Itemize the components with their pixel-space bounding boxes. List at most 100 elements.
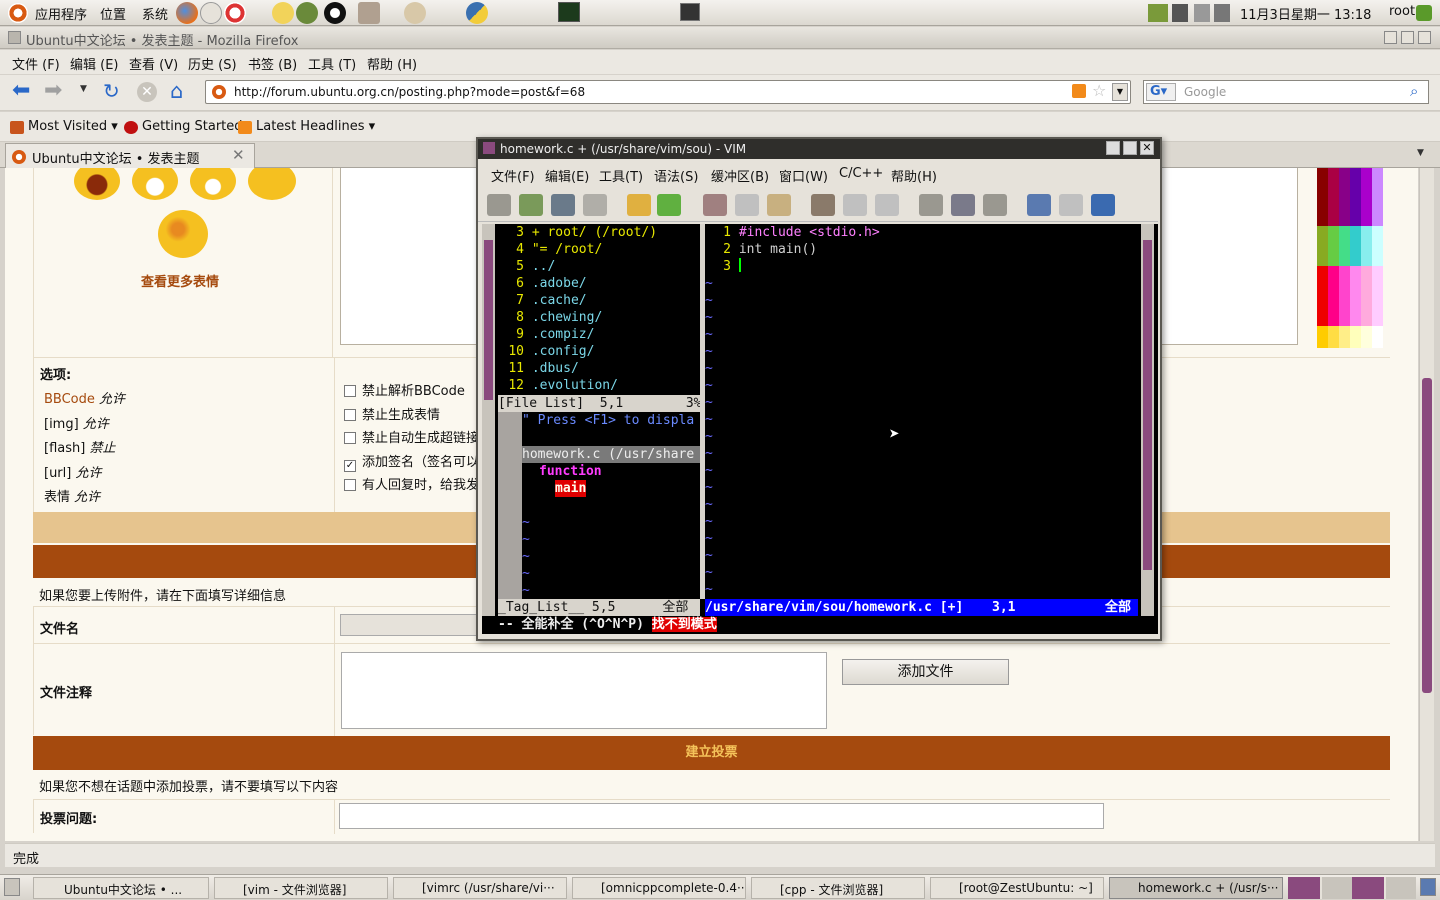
stop-icon[interactable]: ✕ — [137, 82, 157, 102]
minimize-icon[interactable] — [1384, 31, 1397, 44]
perm-bbcode-link[interactable]: BBCode — [44, 392, 95, 407]
terminal-launcher-icon[interactable] — [680, 3, 700, 21]
vim-jump-tag-icon[interactable] — [1091, 194, 1115, 216]
code-editor-pane[interactable]: 1 #include <stdio.h> 2 int main() 3 ~ ~ ~ ~… — [705, 224, 1145, 599]
vim-close-icon[interactable]: ✕ — [1140, 141, 1154, 155]
vim-print-icon[interactable] — [583, 194, 607, 216]
smiley-thumbsup-icon[interactable] — [248, 168, 296, 200]
file-list-entry[interactable]: .compiz/ — [532, 327, 595, 342]
tab-ubuntu-forum[interactable]: Ubuntu中文论坛 • 发表主题 ✕ — [5, 143, 255, 168]
window-menu-icon[interactable] — [8, 31, 21, 44]
vim-menu-file[interactable]: 文件(F) — [491, 166, 535, 185]
vim-right-scroll-thumb[interactable] — [1143, 240, 1152, 570]
checkbox-attach-signature[interactable]: ✓ — [344, 459, 356, 472]
firefox-launcher-icon[interactable] — [176, 2, 198, 24]
vim-menu-tools[interactable]: 工具(T) — [599, 166, 643, 185]
vim-load-session-icon[interactable] — [919, 194, 943, 216]
vim-ctags-icon[interactable] — [1059, 194, 1083, 216]
bookmark-latest-headlines[interactable]: Latest Headlines ▾ — [256, 119, 375, 134]
vim-undo-icon[interactable] — [627, 194, 651, 216]
vim-menu-cpp[interactable]: C/C++ — [839, 166, 883, 181]
vim-menu-syntax[interactable]: 语法(S) — [654, 166, 698, 185]
vim-make-icon[interactable] — [1027, 194, 1051, 216]
vim-window-menu-icon[interactable] — [483, 142, 495, 154]
menu-bookmarks[interactable]: 书签 (B) — [248, 54, 297, 73]
menu-system[interactable]: 系统 — [142, 4, 168, 23]
vim-open-icon[interactable] — [487, 194, 511, 216]
forward-icon[interactable]: ➡ — [44, 80, 62, 102]
home-icon[interactable]: ⌂ — [170, 80, 183, 102]
package-launcher-icon[interactable] — [358, 2, 380, 24]
vim-copy-icon[interactable] — [735, 194, 759, 216]
clock[interactable]: 11月3日星期一 13:18 — [1240, 4, 1371, 23]
code-line[interactable]: #include <stdio.h> — [739, 225, 880, 240]
maximize-icon[interactable] — [1401, 31, 1414, 44]
pidgin-launcher-icon[interactable] — [272, 2, 294, 24]
vim-left-scroll-thumb[interactable] — [484, 240, 493, 400]
scrollbar-thumb[interactable] — [1422, 378, 1432, 693]
file-list-entry[interactable]: .cache/ — [532, 293, 587, 308]
search-icon[interactable]: ⌕ — [1410, 82, 1418, 100]
menu-applications[interactable]: 应用程序 — [35, 4, 87, 23]
file-list-entry[interactable]: .chewing/ — [532, 310, 602, 325]
menu-edit[interactable]: 编辑 (E) — [70, 54, 119, 73]
page-scrollbar[interactable] — [1419, 168, 1434, 841]
vim-minimize-icon[interactable] — [1106, 141, 1120, 155]
menu-places[interactable]: 位置 — [100, 4, 126, 23]
tab-close-icon[interactable]: ✕ — [232, 146, 245, 164]
menu-file[interactable]: 文件 (F) — [12, 54, 60, 73]
menu-view[interactable]: 查看 (V) — [129, 54, 178, 73]
vim-menu-edit[interactable]: 编辑(E) — [545, 166, 589, 185]
checkbox-disable-magic-url[interactable] — [344, 432, 356, 444]
vim-left-scrollbar[interactable] — [482, 224, 495, 616]
file-list-entry[interactable]: + root/ (/root/) — [532, 225, 657, 240]
vim-redo-icon[interactable] — [657, 194, 681, 216]
checkbox-disable-bbcode[interactable] — [344, 385, 356, 397]
file-list-pane[interactable]: 3 + root/ (/root/) 4 "= /root/ 5 ../ 6 .… — [498, 224, 700, 394]
vim-menu-buffers[interactable]: 缓冲区(B) — [711, 166, 769, 185]
help-launcher-icon[interactable] — [224, 2, 246, 24]
task-vim-file-browser[interactable]: [vim - 文件浏览器] — [214, 877, 388, 899]
color-palette-reds[interactable] — [1317, 266, 1383, 326]
smiley-dizzy-icon[interactable] — [158, 210, 208, 258]
vim-terminal-area[interactable]: 3 + root/ (/root/) 4 "= /root/ 5 ../ 6 .… — [482, 224, 1158, 634]
vim-menu-help[interactable]: 帮助(H) — [891, 166, 937, 185]
task-terminal[interactable]: [root@ZestUbuntu: ~] — [930, 877, 1104, 899]
shell-launcher-icon[interactable] — [404, 2, 426, 24]
history-dropdown-icon[interactable]: ▼ — [80, 84, 87, 94]
color-palette-yellows[interactable] — [1317, 326, 1383, 348]
url-bar[interactable]: http://forum.ubuntu.org.cn/posting.php?m… — [205, 80, 1131, 104]
qq-launcher-icon[interactable] — [324, 2, 346, 24]
ubuntu-logo-icon[interactable] — [8, 3, 28, 23]
url-dropdown-icon[interactable]: ▼ — [1112, 83, 1128, 101]
menu-history[interactable]: 历史 (S) — [188, 54, 237, 73]
checkbox-disable-smilies[interactable] — [344, 408, 356, 421]
network-icon[interactable] — [1416, 5, 1432, 21]
search-bar[interactable]: G▾ Google ⌕ — [1143, 80, 1429, 104]
file-list-entry[interactable]: .adobe/ — [532, 276, 587, 291]
python-launcher-icon[interactable] — [466, 2, 488, 24]
file-list-entry[interactable]: ../ — [532, 259, 555, 274]
code-line[interactable]: int main() — [739, 242, 817, 257]
task-cpp-file-browser[interactable]: [cpp - 文件浏览器] — [751, 877, 925, 899]
color-palette-greens[interactable] — [1317, 226, 1383, 266]
vim-maximize-icon[interactable] — [1123, 141, 1137, 155]
more-smilies-link[interactable]: 查看更多表情 — [141, 271, 219, 290]
bookmark-star-icon[interactable]: ☆ — [1092, 81, 1106, 100]
bookmark-most-visited[interactable]: Most Visited ▾ — [28, 119, 118, 134]
poll-question-input[interactable] — [339, 803, 1104, 829]
vim-find-prev-icon[interactable] — [875, 194, 899, 216]
task-omnicppcomplete[interactable]: [omnicppcomplete-0.4··· — [572, 877, 746, 899]
gimp-launcher-icon[interactable] — [296, 2, 318, 24]
smiley-grin-icon[interactable] — [132, 168, 178, 200]
vim-replace-icon[interactable] — [811, 194, 835, 216]
vim-save-icon[interactable] — [519, 194, 543, 216]
close-icon[interactable] — [1418, 31, 1431, 44]
back-icon[interactable]: ⬅ — [12, 80, 30, 102]
file-input[interactable] — [340, 614, 480, 636]
url-text[interactable]: http://forum.ubuntu.org.cn/posting.php?m… — [234, 85, 585, 99]
menu-help[interactable]: 帮助 (H) — [367, 54, 417, 73]
user-name[interactable]: root — [1389, 4, 1415, 19]
tray-icons[interactable] — [1148, 4, 1232, 22]
bookmark-getting-started[interactable]: Getting Started — [142, 119, 243, 134]
